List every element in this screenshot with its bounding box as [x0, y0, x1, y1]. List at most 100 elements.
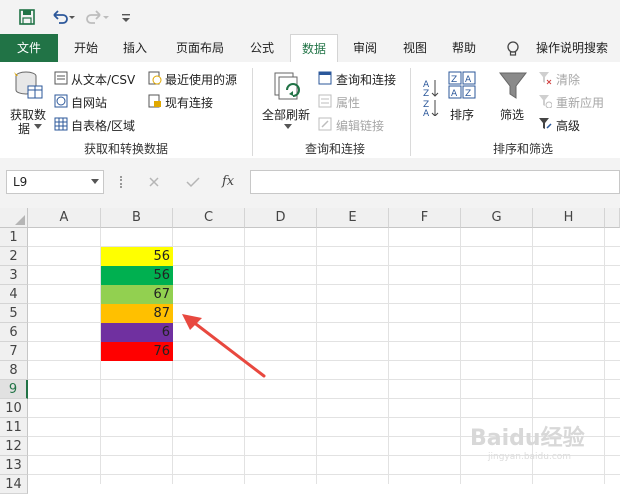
row-header-6[interactable]: 6: [0, 323, 28, 342]
tell-me-search[interactable]: 操作说明搜索: [530, 34, 614, 62]
tab-formulas[interactable]: 公式: [244, 34, 280, 62]
filter-button[interactable]: 筛选: [500, 106, 524, 123]
clear-filter-icon: [539, 72, 552, 85]
row-header-5[interactable]: 5: [0, 304, 28, 323]
sort-az-icon[interactable]: A Z Z A: [422, 76, 440, 116]
reapply-button[interactable]: 重新应用: [556, 94, 604, 111]
cell-b4[interactable]: 67: [101, 285, 173, 304]
row-header-3[interactable]: 3: [0, 266, 28, 285]
column-header-partial[interactable]: [605, 208, 620, 228]
enter-icon[interactable]: [186, 176, 200, 188]
undo-icon[interactable]: [50, 8, 76, 26]
watermark-logo: Baidu经验: [470, 426, 585, 451]
name-box-value: L9: [13, 175, 28, 189]
column-header-g[interactable]: G: [461, 208, 533, 228]
customize-qat-icon[interactable]: [120, 8, 132, 26]
column-header-d[interactable]: D: [245, 208, 317, 228]
cell-b6[interactable]: 6: [101, 323, 173, 342]
tab-help[interactable]: 帮助: [446, 34, 482, 62]
gridline: [28, 379, 620, 380]
svg-text:A: A: [423, 109, 430, 116]
formula-bar-grip: [120, 176, 124, 188]
clear-button[interactable]: 清除: [556, 71, 580, 88]
gridline: [28, 398, 620, 399]
refresh-all-button[interactable]: 全部刷新: [262, 106, 310, 123]
edit-links-button[interactable]: 编辑链接: [336, 117, 384, 134]
row-header-14[interactable]: 14: [0, 475, 28, 494]
formula-input[interactable]: [250, 170, 620, 194]
web-icon: [54, 94, 68, 108]
from-web-button[interactable]: 自网站: [71, 94, 107, 111]
row-header-8[interactable]: 8: [0, 361, 28, 380]
gridline: [460, 228, 461, 484]
sort-button[interactable]: 排序: [450, 106, 474, 123]
svg-text:Z: Z: [465, 89, 471, 99]
row-header-13[interactable]: 13: [0, 456, 28, 475]
database-icon: [14, 71, 43, 99]
reapply-icon: [539, 95, 552, 108]
recent-sources-button[interactable]: 最近使用的源: [165, 71, 237, 88]
gridline: [388, 228, 389, 484]
svg-text:A: A: [451, 89, 458, 99]
filter-icon: [498, 72, 528, 99]
column-header-f[interactable]: F: [389, 208, 461, 228]
advanced-button[interactable]: 高级: [556, 117, 580, 134]
insert-function-button[interactable]: fx: [222, 174, 234, 189]
existing-connections-icon: [148, 94, 161, 108]
svg-text:Z: Z: [423, 89, 429, 99]
gridline: [28, 474, 620, 475]
group-get-transform-label: 获取和转换数据: [83, 142, 168, 156]
row-header-11[interactable]: 11: [0, 418, 28, 437]
cell-b5[interactable]: 87: [101, 304, 173, 323]
gridline: [604, 228, 605, 484]
column-header-a[interactable]: A: [28, 208, 101, 228]
row-header-1[interactable]: 1: [0, 228, 28, 247]
cell-b3[interactable]: 56: [101, 266, 173, 285]
column-header-c[interactable]: C: [173, 208, 245, 228]
existing-connections-button[interactable]: 现有连接: [165, 94, 213, 111]
row-header-12[interactable]: 12: [0, 437, 28, 456]
row-header-2[interactable]: 2: [0, 247, 28, 266]
chevron-down-icon[interactable]: [91, 179, 99, 185]
advanced-filter-icon: [539, 118, 552, 129]
text-csv-icon: [54, 71, 68, 85]
cell-b7[interactable]: 76: [101, 342, 173, 361]
from-table-range-button[interactable]: 自表格/区域: [71, 117, 135, 134]
from-text-csv-button[interactable]: 从文本/CSV: [71, 71, 135, 88]
cell-b2[interactable]: 56: [101, 247, 173, 266]
save-icon[interactable]: [18, 8, 36, 26]
worksheet-grid[interactable]: A B C D E F G H 1 2 3 4 5 6 7 8 9 10 11 …: [0, 208, 620, 494]
group-separator: [410, 68, 411, 156]
tab-page-layout[interactable]: 页面布局: [170, 34, 230, 62]
annotation-arrow: [182, 314, 266, 378]
refresh-all-dropdown-icon[interactable]: [284, 124, 292, 130]
cancel-icon[interactable]: [148, 176, 160, 188]
select-all-corner[interactable]: [0, 208, 28, 228]
get-data-button-line2[interactable]: 据: [18, 120, 30, 137]
row-header-7[interactable]: 7: [0, 342, 28, 361]
queries-connections-button[interactable]: 查询和连接: [336, 71, 396, 88]
svg-text:Z: Z: [451, 75, 457, 85]
group-queries-label: 查询和连接: [304, 142, 365, 156]
column-header-b[interactable]: B: [101, 208, 173, 228]
row-header-9[interactable]: 9: [0, 380, 28, 399]
watermark-url: jingyan.baidu.com: [488, 452, 572, 462]
tab-review[interactable]: 审阅: [347, 34, 383, 62]
properties-button[interactable]: 属性: [336, 94, 360, 111]
row-header-10[interactable]: 10: [0, 399, 28, 418]
svg-text:A: A: [465, 75, 472, 85]
column-header-h[interactable]: H: [533, 208, 605, 228]
tab-view[interactable]: 视图: [397, 34, 433, 62]
column-header-e[interactable]: E: [317, 208, 389, 228]
get-data-dropdown-icon[interactable]: [34, 124, 42, 130]
group-sort-filter-label: 排序和筛选: [492, 142, 553, 156]
row-header-4[interactable]: 4: [0, 285, 28, 304]
tab-data[interactable]: 数据: [290, 34, 338, 62]
tab-insert[interactable]: 插入: [117, 34, 153, 62]
tab-file[interactable]: 文件: [0, 34, 58, 62]
redo-icon[interactable]: [84, 8, 110, 26]
name-box[interactable]: L9: [6, 170, 104, 194]
data-ribbon: 获取数 据 从文本/CSV 自网站 自表格/区域 最近使用的源 现有连接 获取和…: [0, 62, 620, 159]
tab-home[interactable]: 开始: [68, 34, 104, 62]
quick-access-toolbar: [0, 0, 620, 34]
